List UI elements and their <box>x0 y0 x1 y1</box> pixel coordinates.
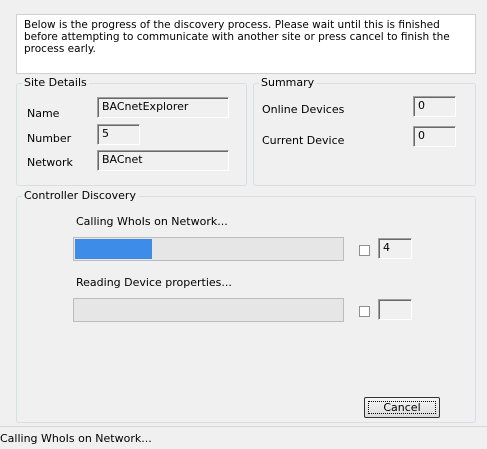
step2-checkbox[interactable] <box>359 306 370 317</box>
status-text: Calling WhoIs on Network... <box>0 432 152 445</box>
discovery-dialog: Below is the progress of the discovery p… <box>0 0 487 449</box>
current-device-label: Current Device <box>262 134 345 147</box>
step1-count-field: 4 <box>378 238 412 259</box>
online-devices-field: 0 <box>413 96 456 117</box>
network-field[interactable]: BACnet <box>97 150 229 171</box>
current-device-field: 0 <box>413 126 456 147</box>
step1-progress-bar <box>73 237 344 261</box>
step1-progress-fill <box>75 239 153 259</box>
cancel-button[interactable]: Cancel <box>364 397 440 418</box>
number-field[interactable]: 5 <box>97 124 140 145</box>
name-field[interactable]: BACnetExplorer <box>97 97 229 118</box>
intro-message: Below is the progress of the discovery p… <box>24 19 450 55</box>
status-bar: Calling WhoIs on Network... <box>0 426 487 449</box>
network-label: Network <box>27 156 73 169</box>
intro-panel: Below is the progress of the discovery p… <box>16 14 476 74</box>
summary-title: Summary <box>259 76 317 90</box>
step2-progress-bar <box>73 298 344 322</box>
focus-rect <box>368 401 436 414</box>
number-label: Number <box>27 132 72 145</box>
step2-count-field <box>378 299 412 320</box>
name-label: Name <box>27 107 60 120</box>
online-devices-label: Online Devices <box>262 103 345 116</box>
site-details-title: Site Details <box>22 76 89 90</box>
controller-discovery-title: Controller Discovery <box>22 189 138 203</box>
step2-label: Reading Device properties... <box>76 276 232 289</box>
step1-label: Calling WhoIs on Network... <box>76 215 228 228</box>
step1-checkbox[interactable] <box>359 245 370 256</box>
